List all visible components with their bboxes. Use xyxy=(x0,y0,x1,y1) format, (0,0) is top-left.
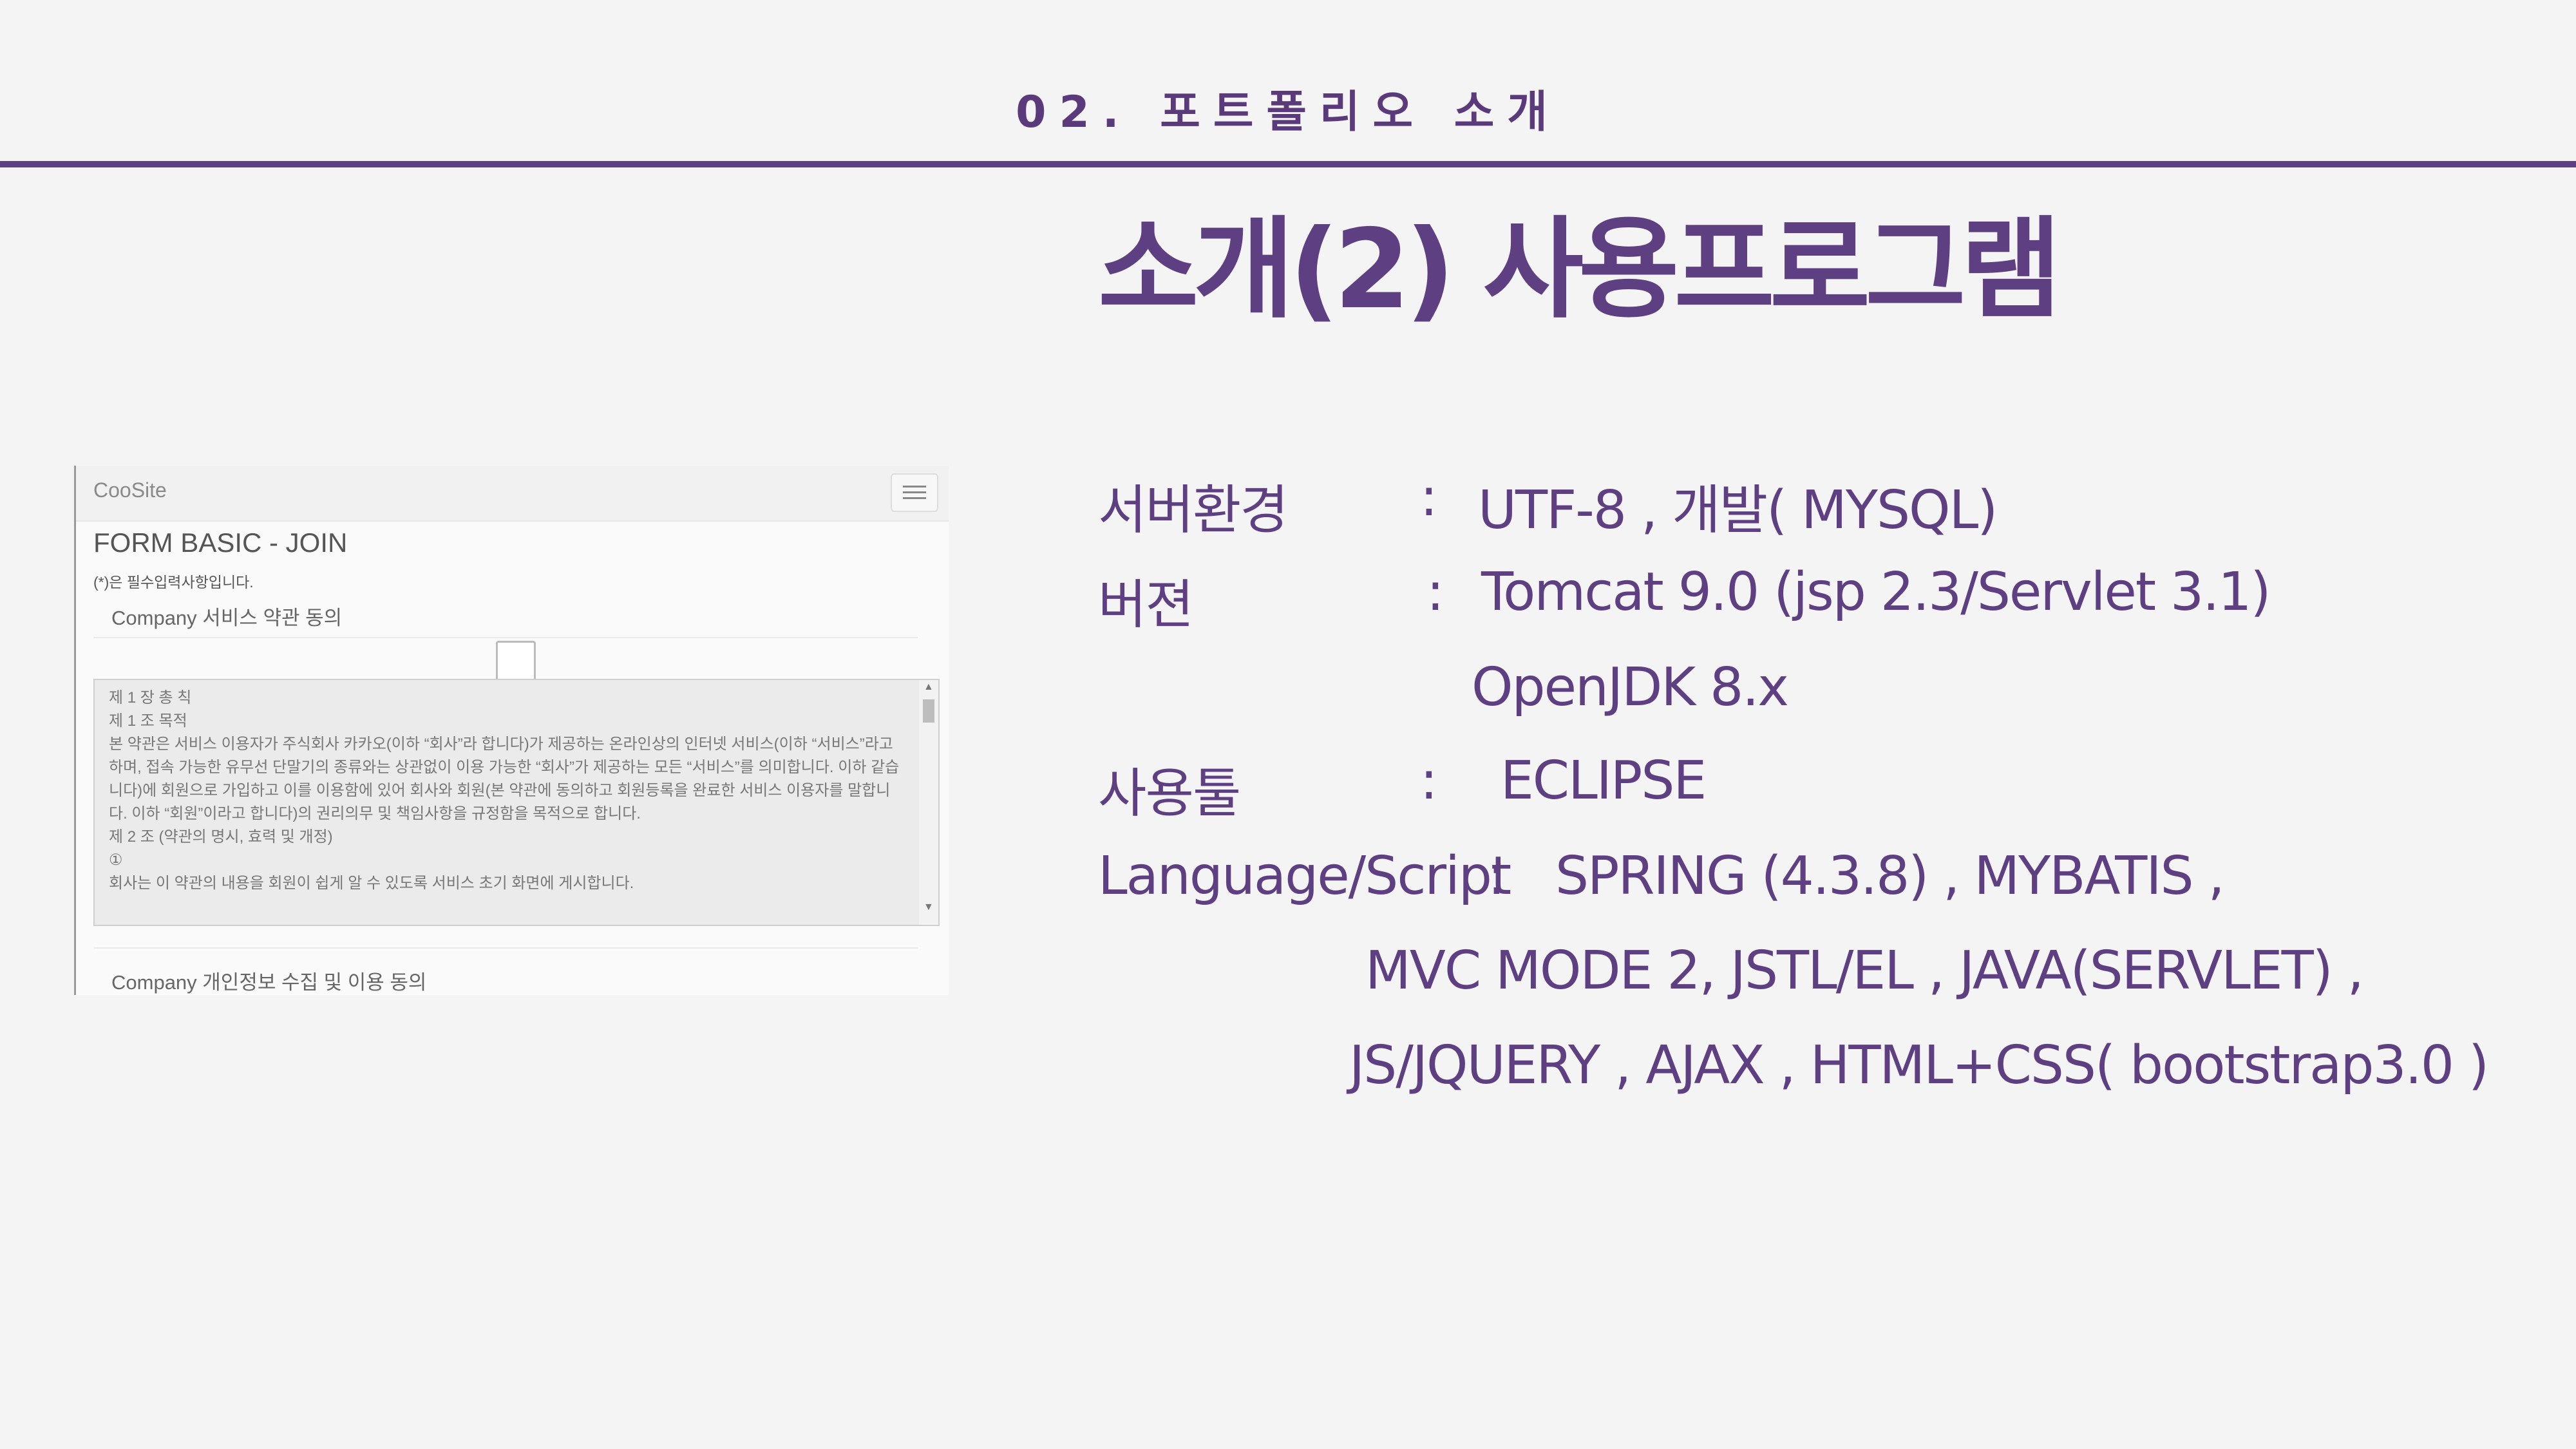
hamburger-icon[interactable] xyxy=(891,473,938,512)
lang-value-2: MVC MODE 2, JSTL/EL , JAVA(SERVLET) , xyxy=(1365,940,2364,1001)
page-title: 소개(2) 사용프로그램 xyxy=(1098,206,2061,334)
server-value: UTF-8 , 개발( MYSQL) xyxy=(1478,480,1998,541)
form-heading: FORM BASIC - JOIN xyxy=(93,527,348,558)
scroll-down-icon[interactable]: ▼ xyxy=(923,902,934,913)
divider xyxy=(93,947,918,949)
navbar: CooSite xyxy=(76,466,949,522)
tool-value: ECLIPSE xyxy=(1501,750,1707,811)
header-rule xyxy=(0,161,2576,167)
version-value: Tomcat 9.0 (jsp 2.3/Servlet 3.1) xyxy=(1481,562,2271,623)
terms-line: 본 약관은 서비스 이용자가 주식회사 카카오(이하 “회사”라 합니다)가 제… xyxy=(109,735,900,822)
terms-line: 제 2 조 (약관의 명시, 효력 및 개정) xyxy=(109,828,333,846)
lang-value-1: SPRING (4.3.8) , MYBATIS , xyxy=(1555,846,2225,907)
section-label: 02. 포트폴리오 소개 xyxy=(1016,87,1560,138)
terms-text: 제 1 장 총 칙 제 1 조 목적 본 약관은 서비스 이용자가 주식회사 카… xyxy=(109,687,901,895)
scroll-thumb[interactable] xyxy=(923,699,934,723)
lang-value-3: JS/JQUERY , AJAX , HTML+CSS( bootstrap3.… xyxy=(1349,1035,2489,1096)
terms-line: 제 1 장 총 칙 xyxy=(109,689,192,706)
lang-colon: : xyxy=(1488,846,1506,907)
server-colon: : xyxy=(1420,467,1438,528)
version-value-2: OpenJDK 8.x xyxy=(1472,657,1789,718)
version-label: 버젼 xyxy=(1098,574,1194,636)
terms-line: 회사는 이 약관의 내용을 회원이 쉽게 알 수 있도록 서비스 초기 화면에 … xyxy=(109,875,634,892)
navbar-brand[interactable]: CooSite xyxy=(93,478,167,502)
privacy-agree-label: Company 개인정보 수집 및 이용 동의 xyxy=(111,971,427,994)
version-colon: : xyxy=(1426,562,1444,623)
server-label: 서버환경 xyxy=(1098,480,1289,541)
terms-textarea[interactable]: 제 1 장 총 칙 제 1 조 목적 본 약관은 서비스 이용자가 주식회사 카… xyxy=(93,679,940,926)
scroll-up-icon[interactable]: ▲ xyxy=(923,681,934,693)
divider xyxy=(93,637,918,638)
terms-agree-label: Company 서비스 약관 동의 xyxy=(111,607,343,629)
tool-colon: : xyxy=(1420,750,1438,811)
scrollbar[interactable]: ▲ ▼ xyxy=(919,680,938,925)
lang-label: Language/Script xyxy=(1098,846,1511,907)
terms-line: 제 1 조 목적 xyxy=(109,712,187,730)
required-note: (*)은 필수입력사항입니다. xyxy=(93,574,254,591)
terms-line: ① xyxy=(109,851,123,869)
tool-label: 사용툴 xyxy=(1098,763,1241,824)
join-form-screenshot: CooSite FORM BASIC - JOIN (*)은 필수입력사항입니다… xyxy=(74,466,949,995)
terms-agree-checkbox[interactable] xyxy=(496,641,536,681)
